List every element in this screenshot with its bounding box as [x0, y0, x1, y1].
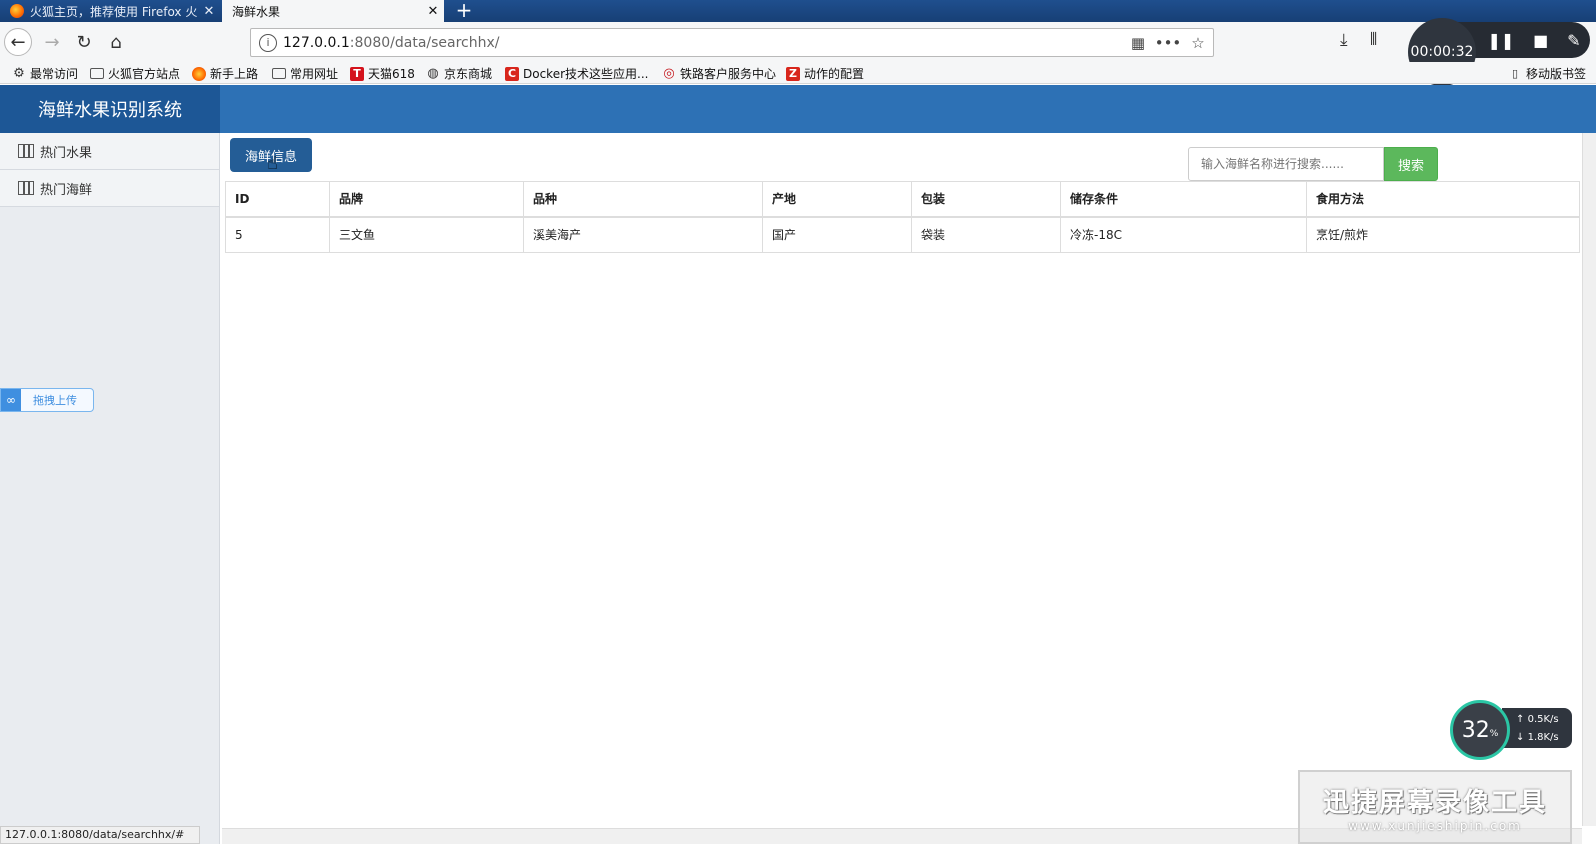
sidebar-item-label: 热门水果: [40, 145, 93, 161]
table-cell: 袋装: [911, 216, 1061, 253]
tab-label: 火狐主页，推荐使用 Firefox 火: [30, 4, 198, 19]
browser-tab-seafood-fruit[interactable]: 海鲜水果 ✕: [222, 0, 444, 22]
reload-button[interactable]: ↻: [70, 28, 98, 56]
column-header: 品种: [523, 181, 763, 217]
network-rates: ↑ 0.5K/s ↓ 1.8K/s: [1502, 708, 1572, 748]
firefox-icon: [10, 4, 24, 18]
pen-icon[interactable]: ✎: [1567, 31, 1580, 50]
status-url: 127.0.0.1:8080/data/searchhx/#: [0, 826, 200, 844]
cloud-upload-icon: ∞: [1, 389, 21, 411]
table-row: 5 三文鱼 溪美海产 国产 袋装 冷冻-18C 烹饪/煎炸: [225, 216, 1580, 253]
close-icon[interactable]: ✕: [198, 4, 220, 19]
download-arrow-icon: ↓: [1516, 732, 1525, 743]
table-cell: 冷冻-18C: [1060, 216, 1307, 253]
c-icon: C: [505, 66, 519, 81]
download-icon[interactable]: ⤓: [1340, 30, 1348, 50]
sidebar-item-hot-fruit[interactable]: 热门水果: [0, 133, 219, 170]
column-header: 储存条件: [1060, 181, 1307, 217]
arrow-left-icon: ←: [10, 31, 26, 53]
star-icon[interactable]: ☆: [1183, 34, 1213, 52]
bookmark-firefox-official[interactable]: 火狐官方站点: [90, 65, 180, 82]
url-text[interactable]: 127.0.0.1:8080/data/searchhx/: [283, 35, 1123, 51]
reload-icon: ↻: [76, 31, 92, 53]
pause-icon[interactable]: ❚❚: [1487, 31, 1514, 50]
bookmark-railway[interactable]: ◎ 铁路客户服务中心: [662, 65, 776, 82]
drag-upload-widget[interactable]: ∞ 拖拽上传: [0, 388, 94, 412]
vertical-scrollbar[interactable]: [1582, 133, 1596, 826]
table-cell: 国产: [762, 216, 912, 253]
tmall-icon: T: [350, 66, 364, 81]
hand-cursor-icon: ☝: [267, 153, 278, 174]
info-icon[interactable]: i: [259, 33, 277, 52]
upload-arrow-icon: ↑: [1516, 714, 1525, 725]
sidebar-item-hot-seafood[interactable]: 热门海鲜: [0, 170, 219, 207]
back-button[interactable]: ←: [4, 28, 32, 56]
folder-icon: [90, 68, 104, 79]
table-cell: 溪美海产: [523, 216, 763, 253]
table-cell: 三文鱼: [329, 216, 524, 253]
search-input[interactable]: [1188, 147, 1384, 181]
bookmark-getting-started[interactable]: 新手上路: [192, 65, 258, 82]
table-header-row: ID 品牌 品种 产地 包装 储存条件 食用方法: [225, 181, 1580, 217]
table-cell: 5: [225, 216, 330, 253]
recorder-watermark: 迅捷屏幕录像工具 www.xunjieshipin.com: [1298, 770, 1572, 844]
browser-nav-bar: ← → ↻ ⌂ i 127.0.0.1:8080/data/searchhx/ …: [0, 22, 1596, 62]
home-icon: ⌂: [110, 31, 122, 53]
stop-icon[interactable]: ■: [1533, 31, 1548, 50]
url-bar[interactable]: i 127.0.0.1:8080/data/searchhx/ ▦ ••• ☆: [250, 28, 1214, 57]
tab-label: 海鲜水果: [232, 4, 281, 19]
app-header: 海鲜水果识别系统: [0, 85, 1596, 133]
bookmark-jd[interactable]: ◍ 京东商城: [426, 65, 492, 82]
qr-code-icon[interactable]: ▦: [1123, 34, 1153, 52]
more-icon[interactable]: •••: [1153, 34, 1183, 52]
bookmark-common-sites[interactable]: 常用网址: [272, 65, 338, 82]
mobile-icon: ▯: [1511, 67, 1519, 80]
column-header: 产地: [762, 181, 912, 217]
main-content: 海鲜信息 ☝ 搜索 ID 品牌 品种 产地 包装 储存条件 食用方法 5 三文鱼…: [225, 133, 1580, 844]
column-header: 食用方法: [1306, 181, 1580, 217]
table-cell: 烹饪/煎炸: [1306, 216, 1580, 253]
bookmark-docker[interactable]: C Docker技术这些应用...: [505, 65, 648, 82]
globe-icon: ◍: [427, 66, 439, 81]
column-header: 包装: [911, 181, 1061, 217]
map-icon: [18, 181, 34, 195]
cpu-usage-gauge: 32%: [1450, 700, 1510, 760]
browser-tab-bar: 火狐主页，推荐使用 Firefox 火 ✕ 海鲜水果 ✕ +: [0, 0, 1596, 22]
watermark-title: 迅捷屏幕录像工具: [1322, 787, 1547, 818]
bookmark-most-visited[interactable]: ⚙ 最常访问: [12, 65, 78, 82]
upload-label: 拖拽上传: [33, 394, 77, 407]
forward-button[interactable]: →: [38, 28, 66, 56]
app-title: 海鲜水果识别系统: [0, 85, 220, 133]
bookmark-mobile[interactable]: ▯ 移动版书签: [1508, 65, 1586, 82]
column-header: ID: [225, 181, 330, 217]
bookmarks-bar: ⚙ 最常访问 火狐官方站点 新手上路 常用网址 T 天猫618 ◍ 京东商城 C Doc…: [0, 62, 1596, 84]
new-tab-button[interactable]: +: [452, 0, 476, 22]
column-header: 品牌: [329, 181, 524, 217]
seafood-table: ID 品牌 品种 产地 包装 储存条件 食用方法 5 三文鱼 溪美海产 国产 袋…: [225, 181, 1580, 253]
z-icon: Z: [786, 66, 800, 81]
bookmark-tmall[interactable]: T 天猫618: [350, 65, 415, 82]
folder-icon: [272, 68, 286, 79]
library-icon[interactable]: ⫴: [1370, 30, 1377, 50]
home-button[interactable]: ⌂: [102, 28, 130, 56]
network-monitor-widget: ↑ 0.5K/s ↓ 1.8K/s 32%: [1450, 700, 1580, 760]
gear-icon: ⚙: [13, 66, 25, 81]
rail-icon: ◎: [663, 66, 675, 81]
firefox-icon: [192, 66, 206, 81]
close-icon[interactable]: ✕: [422, 4, 444, 19]
arrow-right-icon: →: [44, 31, 60, 53]
watermark-url: www.xunjieshipin.com: [1348, 818, 1522, 833]
map-icon: [18, 144, 34, 158]
search-button[interactable]: 搜索: [1384, 147, 1438, 181]
sidebar: 热门水果 热门海鲜: [0, 133, 220, 844]
recorder-controls: ❚❚ ■ ✎: [1458, 22, 1590, 58]
browser-tab-firefox-home[interactable]: 火狐主页，推荐使用 Firefox 火 ✕: [0, 0, 220, 22]
bookmark-action-config[interactable]: Z 动作的配置: [786, 65, 864, 82]
sidebar-item-label: 热门海鲜: [40, 182, 93, 198]
